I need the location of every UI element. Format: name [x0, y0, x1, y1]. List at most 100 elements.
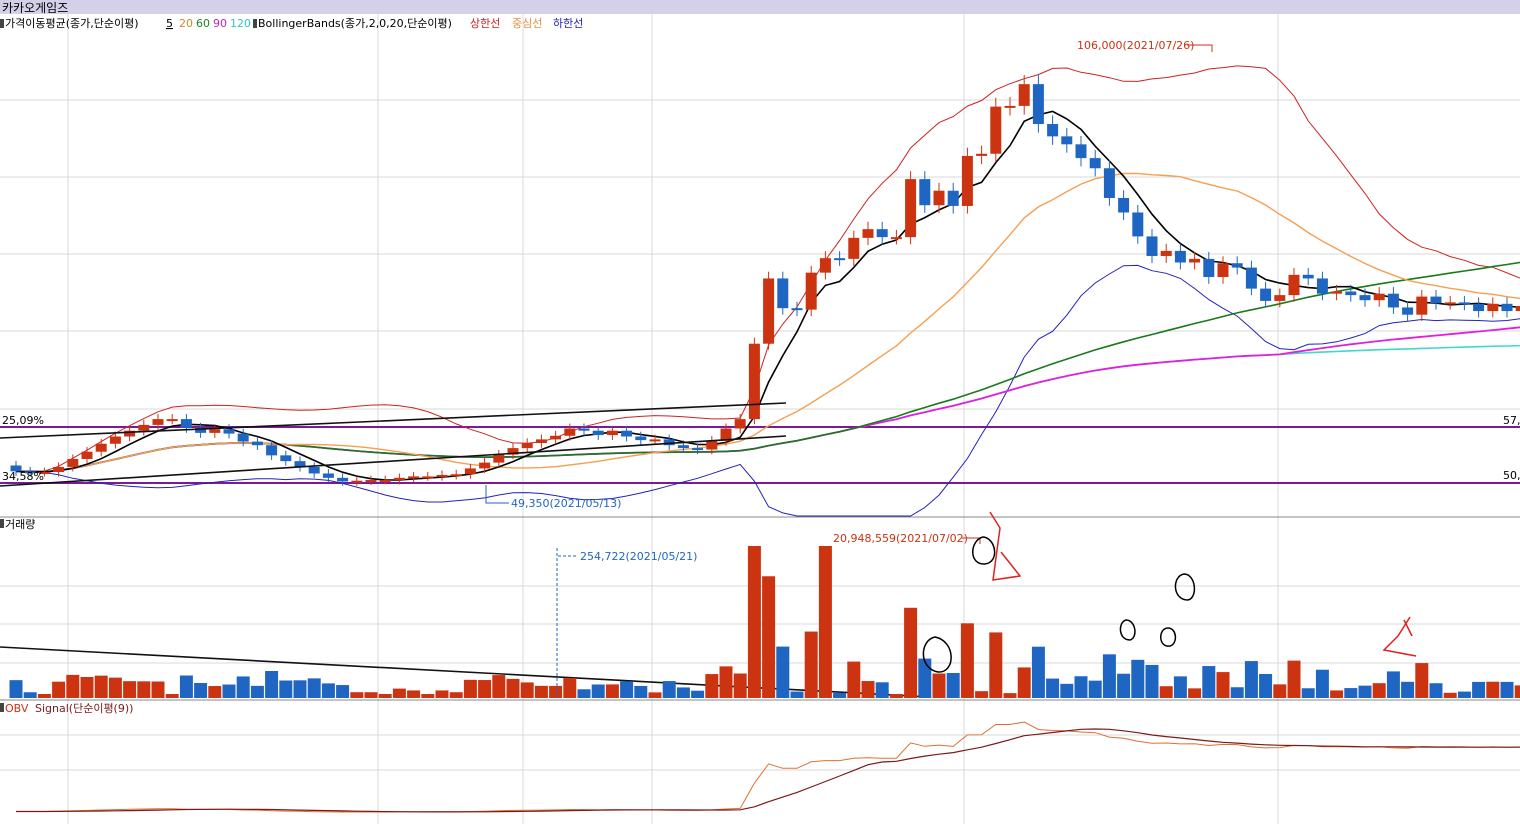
legend-marker-icon — [253, 19, 257, 28]
candle — [436, 474, 448, 477]
candle — [1004, 105, 1016, 108]
candle — [876, 229, 888, 238]
candle — [1430, 296, 1442, 304]
volume-bar — [1330, 690, 1344, 698]
volume-bar — [1230, 687, 1244, 698]
volume-bar — [1500, 681, 1514, 698]
candle — [166, 419, 178, 422]
candle — [337, 477, 349, 482]
volume-bar — [449, 692, 463, 698]
candles — [10, 75, 1520, 486]
candle — [961, 155, 973, 206]
volume-title: 거래량 — [5, 518, 35, 531]
volume-bar — [1472, 681, 1486, 698]
ma-period-60: 60 — [196, 17, 210, 30]
candle — [677, 445, 689, 449]
volume-bar — [861, 681, 875, 698]
candle — [621, 430, 633, 437]
volume-bar — [1131, 659, 1145, 698]
volume-bar — [236, 676, 250, 698]
candle — [1075, 144, 1087, 159]
max-price-marker: 106,000(2021/07/26) — [1077, 39, 1194, 52]
volume-bar — [1159, 686, 1173, 698]
volume-bar — [1514, 685, 1520, 698]
volume-bar — [165, 694, 179, 698]
volume-bar — [364, 692, 378, 698]
trendline-upper — [0, 402, 787, 439]
volume-bar — [889, 694, 903, 698]
volume-bar — [875, 682, 889, 698]
volume-bar — [776, 646, 790, 698]
ma-period-90: 90 — [213, 17, 227, 30]
volume-bar — [378, 694, 392, 698]
candle — [890, 237, 902, 240]
candle — [1373, 293, 1385, 301]
volume-bar — [23, 692, 37, 698]
volume-bar — [804, 631, 818, 698]
candle — [152, 419, 164, 425]
candle — [1444, 302, 1456, 305]
candle — [706, 440, 718, 450]
candle — [237, 433, 249, 442]
candle — [1387, 293, 1399, 308]
bb-upper-label: 상한선 — [470, 17, 500, 30]
volume-bar — [577, 689, 591, 698]
candle — [1189, 258, 1201, 263]
candle — [805, 272, 817, 310]
volume-bar — [94, 675, 108, 698]
volume-bar — [790, 691, 804, 698]
candle — [1331, 291, 1343, 294]
min-volume-marker: 254,722(2021/05/21) — [580, 550, 697, 563]
bb-middle-label: 중심선 — [512, 17, 542, 30]
candle — [834, 258, 846, 261]
candle — [1245, 267, 1257, 289]
ma-period-20: 20 — [179, 17, 193, 30]
volume-bar — [108, 677, 122, 698]
candle — [81, 451, 93, 459]
legend-marker-icon — [0, 519, 4, 528]
volume-bar — [336, 685, 350, 698]
volume-bar — [1188, 688, 1202, 698]
candle — [1515, 306, 1520, 312]
candle — [1018, 84, 1030, 106]
legend-marker-icon — [0, 703, 4, 712]
volume-bar — [350, 692, 364, 698]
volume-bar — [1443, 692, 1457, 698]
circle-annotation — [1160, 627, 1177, 647]
volume-bar — [1259, 673, 1273, 698]
candle — [748, 343, 760, 420]
candle — [1316, 278, 1328, 294]
candle — [1288, 274, 1300, 296]
volume-bar — [208, 686, 222, 698]
candle — [947, 190, 959, 206]
volume-bar — [222, 684, 236, 698]
volume-bar — [194, 682, 208, 698]
candle — [919, 179, 931, 206]
volume-bar — [833, 692, 847, 698]
candle — [251, 441, 263, 446]
volume-bar — [719, 666, 733, 698]
candle — [1047, 124, 1059, 137]
volume-bar — [1358, 685, 1372, 698]
volume-bar — [1386, 671, 1400, 698]
volume-bars — [9, 546, 1520, 698]
volume-bar — [1046, 678, 1060, 698]
candle — [67, 458, 79, 467]
volume-bar — [691, 690, 705, 698]
volume-bar — [137, 681, 151, 698]
candle — [734, 419, 746, 429]
candle — [223, 429, 235, 434]
candle — [280, 455, 292, 462]
volume-bar — [1429, 683, 1443, 698]
volume-bar — [506, 678, 520, 698]
candle — [1260, 288, 1272, 301]
stock-chart[interactable]: 가격이동평균(종가,단순이평) 5 20 60 90 120 Bollinger… — [0, 0, 1520, 824]
volume-bar — [66, 674, 80, 698]
candle — [1132, 212, 1144, 237]
candle — [1203, 258, 1215, 277]
volume-bar — [1060, 683, 1074, 698]
volume-bar — [1244, 661, 1258, 698]
candle — [1458, 302, 1470, 305]
candle — [422, 476, 434, 479]
candle — [53, 466, 65, 473]
